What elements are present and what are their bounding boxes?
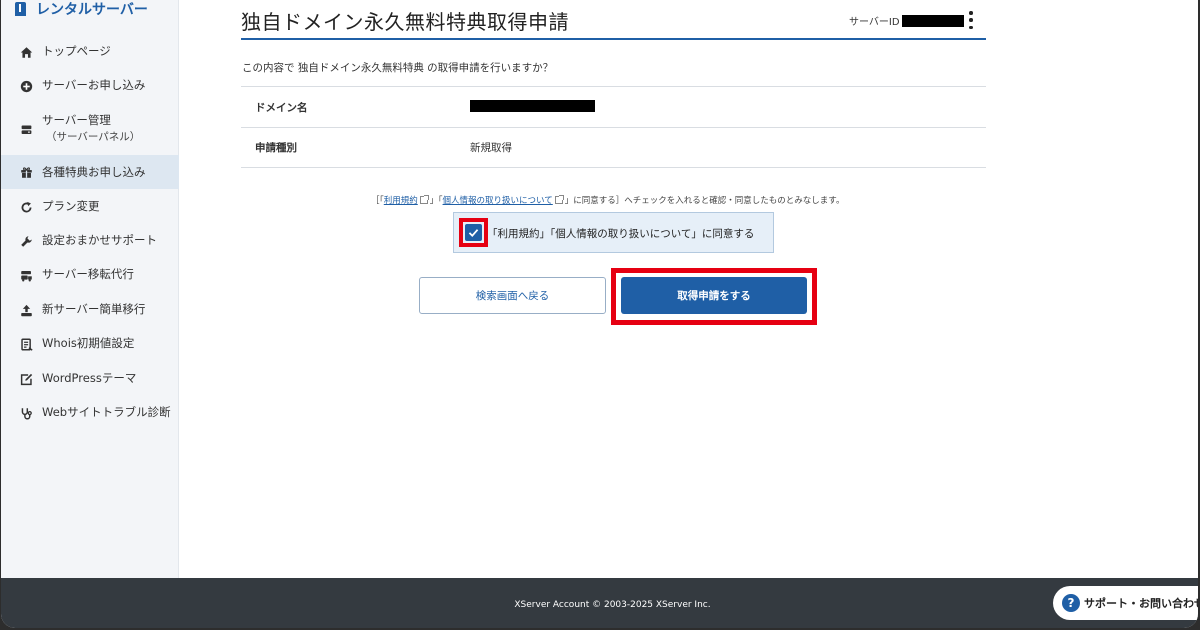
title-divider (241, 38, 986, 40)
help-icon: ? (1062, 594, 1080, 612)
stethoscope-icon (19, 406, 33, 420)
privacy-link[interactable]: 個人情報の取り扱いについて (443, 196, 553, 206)
sidebar-item-label: 設定おまかせサポート (42, 233, 157, 247)
check-icon (468, 229, 479, 238)
external-link-icon (419, 195, 429, 204)
server-id-label: サーバーID (849, 17, 900, 28)
row-value (470, 99, 986, 115)
agree-label[interactable]: 「利用規約」「個人情報の取り扱いについて」に同意する (487, 226, 754, 241)
sidebar-item-whois[interactable]: Whois初期値設定 (1, 335, 179, 352)
refresh-icon (19, 200, 33, 214)
logo-icon (15, 2, 26, 16)
plus-circle-icon (19, 79, 33, 93)
sidebar-item-migration[interactable]: サーバー移転代行 (1, 266, 179, 283)
footer: XServer Account © 2003-2025 XServer Inc.… (1, 578, 1198, 628)
server-id-redacted (901, 14, 964, 27)
confirm-message: この内容で 独自ドメイン永久無料特典 の取得申請を行いますか？ (242, 62, 554, 74)
sidebar-item-plan-change[interactable]: プラン変更 (1, 198, 179, 215)
sidebar-item-benefits[interactable]: 各種特典お申し込み (1, 155, 179, 189)
sidebar-item-server-apply[interactable]: サーバーお申し込み (1, 77, 179, 94)
agree-checkbox-box[interactable]: 「利用規約」「個人情報の取り扱いについて」に同意する (453, 212, 774, 253)
sidebar-item-label: サーバーお申し込み (42, 78, 146, 92)
more-menu-icon[interactable] (967, 11, 975, 29)
support-label: サポート・お問い合わせ (1084, 597, 1198, 610)
sidebar-item-wordpress-theme[interactable]: WordPressテーマ (1, 370, 179, 387)
truck-icon (19, 268, 33, 282)
domain-redacted (470, 99, 595, 112)
gift-icon (19, 165, 33, 179)
logo[interactable]: レンタルサーバー (15, 0, 148, 20)
sidebar-item-sublabel: （サーバーパネル） (46, 131, 141, 143)
sidebar-item-server-manage[interactable]: サーバー管理 （サーバーパネル） (1, 112, 179, 146)
sidebar-item-label: Whois初期値設定 (42, 336, 135, 350)
sidebar-item-label: サーバー管理 (42, 113, 111, 127)
sidebar-item-label: 新サーバー簡単移行 (42, 302, 146, 316)
page-title: 独自ドメイン永久無料特典取得申請 (241, 10, 569, 34)
submit-application-button[interactable]: 取得申請をする (621, 277, 807, 314)
table-row: ドメイン名 (241, 86, 986, 127)
terms-notice: ［「利用規約 」「個人情報の取り扱いについて 」に同意する］へチェックを入れると確認… (371, 195, 845, 206)
sidebar-item-label: WordPressテーマ (42, 371, 137, 385)
sidebar-item-label: トップページ (42, 44, 111, 58)
row-key: 申請種別 (255, 142, 297, 154)
details-table: ドメイン名 申請種別 新規取得 (241, 86, 986, 168)
sidebar-item-top[interactable]: トップページ (1, 43, 179, 60)
agree-checkbox[interactable] (465, 224, 482, 241)
copyright: XServer Account © 2003-2025 XServer Inc. (514, 600, 711, 610)
back-to-search-button[interactable]: 検索画面へ戻る (419, 277, 606, 314)
wrench-icon (19, 234, 33, 248)
sidebar-item-label: プラン変更 (42, 199, 100, 213)
row-key: ドメイン名 (255, 101, 308, 114)
table-row: 申請種別 新規取得 (241, 127, 986, 168)
sidebar-item-easy-migration[interactable]: 新サーバー簡単移行 (1, 301, 179, 318)
edit-icon (19, 372, 33, 386)
server-id: サーバーID (849, 13, 964, 28)
upload-icon (19, 303, 33, 317)
browser-frame: レンタルサーバー トップページ サーバーお申し込み サーバー管理 （サーバーパネ… (1, 0, 1198, 628)
sidebar-item-setup-support[interactable]: 設定おまかせサポート (1, 232, 179, 249)
document-icon (19, 337, 33, 351)
terms-link[interactable]: 利用規約 (384, 196, 418, 206)
sidebar-item-label: サーバー移転代行 (42, 267, 134, 281)
support-button[interactable]: ? サポート・お問い合わせ (1053, 586, 1198, 620)
external-link-icon (554, 195, 564, 204)
sidebar-item-label: 各種特典お申し込み (42, 164, 146, 179)
home-icon (19, 45, 33, 59)
sidebar-item-label: Webサイトトラブル診断 (42, 405, 171, 419)
logo-text: レンタルサーバー (36, 2, 148, 18)
server-icon (19, 122, 33, 136)
sidebar: レンタルサーバー トップページ サーバーお申し込み サーバー管理 （サーバーパネ… (1, 0, 179, 578)
sidebar-item-site-diagnosis[interactable]: Webサイトトラブル診断 (1, 404, 179, 421)
row-value: 新規取得 (470, 142, 512, 154)
